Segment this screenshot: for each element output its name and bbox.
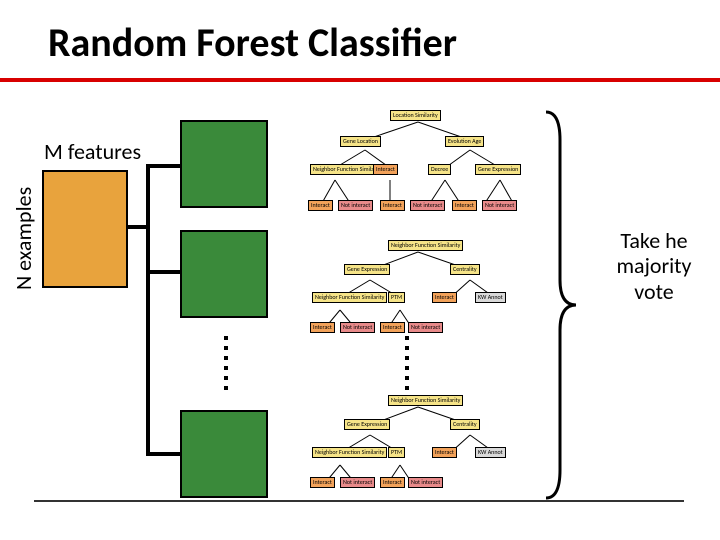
connector: [146, 270, 182, 274]
tree-leaf: Not interact: [408, 477, 443, 488]
tree-leaf: Interact: [310, 477, 335, 488]
decision-tree-1: Location Similarity Gene Location Evolut…: [310, 108, 525, 223]
tree-node: Centrality: [450, 419, 480, 430]
connector: [146, 164, 182, 168]
tree-leaf: Not interact: [340, 477, 375, 488]
tree-root-node: Neighbor Function Similarity: [388, 395, 463, 406]
title-underline: [0, 78, 720, 82]
tree-node: Decree: [428, 164, 451, 175]
tree-node: Gene Expression: [344, 264, 390, 275]
tree-leaf: KW Annot: [475, 292, 506, 303]
tree-leaf: Not interact: [410, 200, 445, 211]
tree-node: Gene Expression: [344, 419, 390, 430]
m-features-label: M features: [44, 138, 141, 165]
tree-root-node: Neighbor Function Similarity: [388, 240, 463, 251]
majority-vote-label: Take he majority vote: [604, 228, 704, 304]
page-title: Random Forest Classifier: [48, 18, 457, 67]
tree-leaf: Interact: [373, 164, 398, 175]
connector: [128, 225, 148, 229]
vertical-ellipsis-icon: [224, 336, 228, 390]
tree-root-node: Location Similarity: [390, 110, 441, 121]
tree-node: Centrality: [450, 264, 480, 275]
bottom-underline: [34, 500, 684, 502]
tree-leaf: Not interact: [340, 322, 375, 333]
tree-leaf: KW Annot: [475, 447, 506, 458]
tree-leaf: Not interact: [408, 322, 443, 333]
curly-brace-icon: [538, 110, 578, 500]
tree-node: Neighbor Function Similarity: [312, 447, 387, 458]
decision-tree-3: Neighbor Function Similarity Gene Expres…: [310, 395, 525, 495]
subset-box-2: [180, 230, 268, 318]
subset-box-3: [180, 410, 268, 498]
tree-node: Gene Location: [340, 136, 381, 147]
tree-leaf: Not interact: [338, 200, 373, 211]
tree-node: PTM: [388, 292, 405, 303]
tree-leaf: Interact: [310, 322, 335, 333]
tree-node: Gene Expression: [475, 164, 521, 175]
tree-leaf: Interact: [380, 477, 405, 488]
dataset-box: [42, 170, 128, 288]
tree-leaf: Interact: [380, 322, 405, 333]
tree-leaf: Interact: [432, 292, 457, 303]
tree-leaf: Interact: [452, 200, 477, 211]
subset-box-1: [180, 120, 268, 208]
tree-leaf: Interact: [380, 200, 405, 211]
connector: [146, 164, 150, 456]
connector: [146, 452, 182, 456]
tree-leaf: Not interact: [482, 200, 517, 211]
tree-node: PTM: [388, 447, 405, 458]
tree-leaf: Interact: [308, 200, 333, 211]
tree-node: Evolution Age: [445, 136, 484, 147]
tree-node: Neighbor Function Similarity: [312, 292, 387, 303]
slide: Random Forest Classifier M features N ex…: [0, 0, 720, 540]
vertical-ellipsis-icon: [405, 336, 409, 390]
decision-tree-2: Neighbor Function Similarity Gene Expres…: [310, 240, 525, 340]
tree-leaf: Interact: [432, 447, 457, 458]
n-examples-label: N examples: [10, 187, 37, 290]
